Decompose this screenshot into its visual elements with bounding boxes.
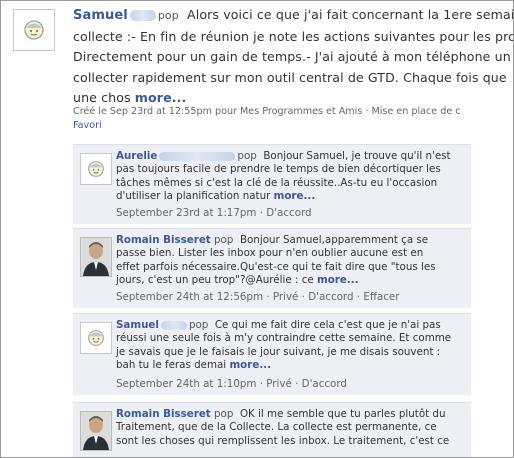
comment-meta: September 23rd at 1:17pm · D'accord xyxy=(116,207,312,219)
like-link[interactable]: D'accord xyxy=(302,378,347,390)
comment-body: Romain Bisseret pop OK il me semble que … xyxy=(116,408,468,448)
comment-author-suffix: pop xyxy=(188,319,209,331)
post-body: Samuel pop Alors voici ce que j'ai fait c… xyxy=(73,5,513,109)
comment-line: OK il me semble que tu parles plutôt du xyxy=(239,408,446,420)
privacy-label: Privé xyxy=(266,378,292,390)
comment-body: Romain Bisseret pop Bonjour Samuel,appar… xyxy=(116,234,468,288)
redacted-name xyxy=(160,320,187,330)
default-avatar-icon[interactable] xyxy=(13,9,55,51)
post-line: Alors voici ce que j'ai fait concernant … xyxy=(187,7,514,22)
comment-author-suffix: pop xyxy=(237,150,257,162)
like-link[interactable]: D'accord xyxy=(266,207,311,219)
comment-timestamp: September 24th at 12:56pm xyxy=(116,291,263,303)
comment-meta: September 24th at 12:56pm · Privé · D'ac… xyxy=(116,291,400,303)
comment-line: Bonjour Samuel, je trouve qu'il n'est xyxy=(263,150,451,162)
comment-author-link[interactable]: Romain Bisseret xyxy=(116,408,211,420)
post-meta: Créé le Sep 23rd at 12:55pm pour Mes Pro… xyxy=(73,105,513,133)
comment-item: Romain Bisseret pop Bonjour Samuel,appar… xyxy=(73,228,471,308)
comment-body: Samuel pop Ce qui me fait dire cela c'est… xyxy=(116,319,468,373)
comment-line: d'utiliser la planification natur xyxy=(116,190,271,203)
comment-author-suffix: pop xyxy=(214,408,234,420)
post-author-suffix: pop xyxy=(157,9,179,22)
comment-line: tâches mêmes si c'est la clé de la réuss… xyxy=(116,176,438,189)
post-line: une chos xyxy=(73,90,131,105)
comment-timestamp: September 23rd at 1:17pm xyxy=(116,207,257,219)
post-author-link[interactable]: Samuel xyxy=(73,8,128,23)
profile-photo[interactable] xyxy=(80,237,112,277)
comment-more-link[interactable]: more... xyxy=(317,274,359,286)
post-line: collecte :- En fin de réunion je note le… xyxy=(73,28,514,44)
comment-author-suffix: pop xyxy=(214,234,234,246)
post-more-link[interactable]: more... xyxy=(135,90,187,105)
comment-more-link[interactable]: more... xyxy=(229,359,271,371)
delete-link[interactable]: Effacer xyxy=(363,291,399,303)
post-line: Directement pour un gain de temps.- J'ai… xyxy=(73,49,511,64)
redacted-name xyxy=(129,10,156,21)
comment-line: jours, c'est un peu trop"?@Aurélie : ce xyxy=(116,274,314,287)
favori-link[interactable]: Favori xyxy=(73,120,102,131)
comment-line: je savais que je le faisais le jour suiv… xyxy=(116,345,441,358)
comment-author-link[interactable]: Samuel xyxy=(116,319,159,331)
comment-line: Traitement, que de la Collecte. La colle… xyxy=(116,421,437,434)
comment-author-link[interactable]: Aurelie xyxy=(116,150,157,162)
privacy-label: Privé xyxy=(272,291,299,303)
post-line: collecter rapidement sur mon outil centr… xyxy=(73,69,507,85)
comment-body: Aurelie pop Bonjour Samuel, je trouve qu'… xyxy=(116,150,468,204)
profile-photo[interactable] xyxy=(80,411,112,451)
post-meta-text: Créé le Sep 23rd at 12:55pm pour Mes Pro… xyxy=(73,106,461,117)
comment-meta: September 24th at 1:10pm · Privé · D'acc… xyxy=(116,378,347,390)
comment-line: Ce qui me fait dire cela c'est que je n'… xyxy=(214,319,441,331)
comment-item: Romain Bisseret pop OK il me semble que … xyxy=(73,402,471,457)
comment-line: Bonjour Samuel,apparemment ça se xyxy=(239,234,429,246)
comment-item: Aurelie pop Bonjour Samuel, je trouve qu'… xyxy=(73,144,471,224)
comment-line: pas toujours facile de prendre le temps … xyxy=(116,163,441,176)
default-avatar-icon[interactable] xyxy=(80,153,112,185)
like-link[interactable]: D'accord xyxy=(308,291,353,303)
redacted-name xyxy=(159,151,236,161)
default-avatar-icon[interactable] xyxy=(80,322,112,354)
comment-line: effet parfois nécessaire.Qu'est-ce qui t… xyxy=(116,260,436,273)
comment-item: Samuel pop Ce qui me fait dire cela c'est… xyxy=(73,313,471,395)
comment-line: passe bien. Lister les inbox pour n'en o… xyxy=(116,247,424,260)
feed-window: Samuel pop Alors voici ce que j'ai fait c… xyxy=(0,0,514,458)
comment-timestamp: September 24th at 1:10pm xyxy=(116,378,257,390)
comment-line: sont les choses qui remplissent les inbo… xyxy=(116,434,450,447)
comment-line: bah tu le feras demai xyxy=(116,359,227,372)
comment-line: réussi une seule fois à m'y contraindre … xyxy=(116,332,452,345)
comment-author-link[interactable]: Romain Bisseret xyxy=(116,234,211,246)
comment-more-link[interactable]: more... xyxy=(274,190,316,202)
